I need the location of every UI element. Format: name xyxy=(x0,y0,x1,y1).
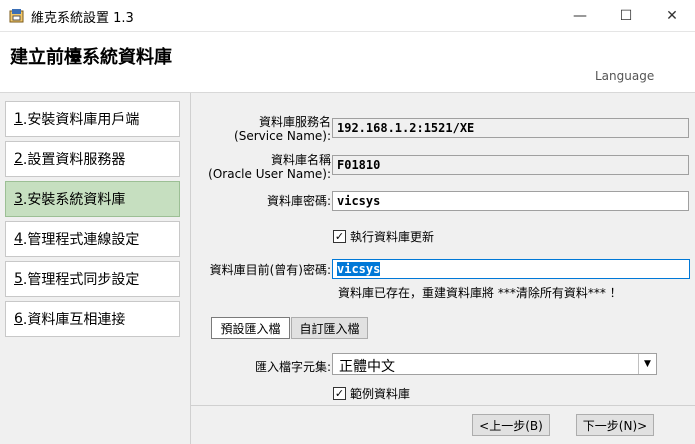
sample-database-checkbox[interactable]: ✓ xyxy=(333,387,346,400)
previous-button[interactable]: <上一步(B) xyxy=(472,414,550,436)
title-bar: 維克系統設置 1.3 — ☐ ✕ xyxy=(0,0,695,32)
step-label: .設置資料服務器 xyxy=(22,152,126,168)
step-label: .資料庫互相連接 xyxy=(22,312,126,328)
rebuild-warning: 資料庫已存在，重建資料庫將 ***清除所有資料*** ！ xyxy=(338,286,622,300)
sample-database-label: 範例資料庫 xyxy=(350,387,411,401)
step-number: 1 xyxy=(14,111,23,127)
step-label: .管理程式同步設定 xyxy=(22,272,140,288)
maximize-button[interactable]: ☐ xyxy=(603,0,649,31)
main-panel: 資料庫服務名 (Service Name): 192.168.1.2:1521/… xyxy=(191,93,695,444)
page-title: 建立前檯系統資料庫 xyxy=(10,47,172,68)
next-button[interactable]: 下一步(N)> xyxy=(576,414,654,436)
custom-import-button[interactable]: 自訂匯入檔 xyxy=(291,317,368,339)
step-install-client[interactable]: 1 .安裝資料庫用戶端 xyxy=(5,101,180,137)
oracle-user-label: 資料庫名稱 (Oracle User Name): xyxy=(208,153,331,181)
step-install-database[interactable]: 3 .安裝系統資料庫 xyxy=(5,181,180,217)
service-name-label: 資料庫服務名 (Service Name): xyxy=(234,115,331,143)
service-name-field[interactable]: 192.168.1.2:1521/XE xyxy=(332,118,689,138)
password-field[interactable]: vicsys xyxy=(332,191,689,211)
current-password-label: 資料庫目前(曾有)密碼: xyxy=(209,263,331,277)
step-database-link[interactable]: 6 .資料庫互相連接 xyxy=(5,301,180,337)
close-button[interactable]: ✕ xyxy=(649,0,695,31)
oracle-user-field[interactable]: F01810 xyxy=(332,155,689,175)
step-number: 5 xyxy=(14,271,23,287)
footer-divider xyxy=(191,405,695,406)
page-header: 建立前檯系統資料庫 Language xyxy=(0,32,695,93)
step-number: 3 xyxy=(14,191,23,207)
window-title: 維克系統設置 1.3 xyxy=(31,11,134,26)
current-password-field[interactable]: vicsys xyxy=(332,259,690,279)
step-label: .安裝系統資料庫 xyxy=(22,192,126,208)
chevron-down-icon[interactable]: ▼ xyxy=(638,354,656,374)
charset-value: 正體中文 xyxy=(339,359,395,375)
step-number: 4 xyxy=(14,231,23,247)
steps-sidebar: 1 .安裝資料庫用戶端 2 .設置資料服務器 3 .安裝系統資料庫 4 .管理程式連線設… xyxy=(0,93,191,444)
step-number: 6 xyxy=(14,311,23,327)
update-database-checkbox[interactable]: ✓ xyxy=(333,230,346,243)
step-label: .安裝資料庫用戶端 xyxy=(22,112,140,128)
step-number: 2 xyxy=(14,151,23,167)
app-icon xyxy=(9,9,24,23)
step-sync-settings[interactable]: 5 .管理程式同步設定 xyxy=(5,261,180,297)
charset-select[interactable]: 正體中文 ▼ xyxy=(332,353,657,375)
update-database-label: 執行資料庫更新 xyxy=(350,230,435,244)
minimize-button[interactable]: — xyxy=(557,0,603,31)
step-setup-server[interactable]: 2 .設置資料服務器 xyxy=(5,141,180,177)
default-import-button[interactable]: 預設匯入檔 xyxy=(211,317,290,339)
current-password-value: vicsys xyxy=(337,262,381,276)
charset-label: 匯入檔字元集: xyxy=(254,360,331,374)
step-connection-settings[interactable]: 4 .管理程式連線設定 xyxy=(5,221,180,257)
language-link[interactable]: Language xyxy=(595,69,654,83)
step-label: .管理程式連線設定 xyxy=(22,232,140,248)
password-label: 資料庫密碼: xyxy=(266,194,331,208)
